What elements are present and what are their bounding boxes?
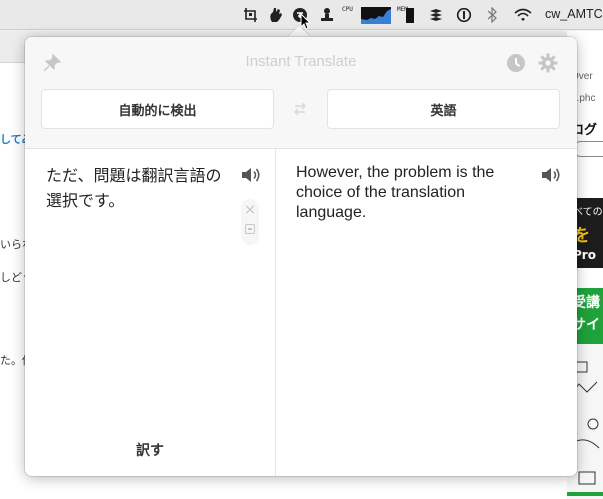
- target-language-label: 英語: [430, 103, 457, 119]
- source-language-label: 自動的に検出: [118, 103, 197, 119]
- memory-monitor-icon[interactable]: [406, 8, 414, 23]
- wifi-icon[interactable]: [513, 7, 533, 23]
- user-stamp-icon[interactable]: [319, 7, 335, 23]
- background-toggle[interactable]: [573, 141, 603, 157]
- dropbox-icon[interactable]: [428, 7, 444, 23]
- popover-header: Instant Translate 自動的に検出 英語: [25, 37, 577, 149]
- translated-text: However, the problem is the choice of th…: [296, 164, 495, 221]
- gesture-hand-icon[interactable]: [268, 7, 284, 23]
- bluetooth-icon[interactable]: [485, 7, 499, 23]
- source-language-button[interactable]: 自動的に検出: [41, 89, 274, 129]
- translation-pane: However, the problem is the choice of th…: [276, 149, 577, 476]
- source-text-input[interactable]: ただ、問題は翻訳言語の選択です。: [46, 163, 226, 213]
- target-language-button[interactable]: 英語: [327, 89, 560, 129]
- translate-button[interactable]: 訳す: [120, 439, 180, 463]
- history-clock-icon[interactable]: [504, 51, 528, 75]
- cpu-monitor-icon[interactable]: [361, 7, 391, 24]
- onepassword-icon[interactable]: [456, 7, 472, 23]
- clear-text-icon[interactable]: ×: [241, 202, 259, 218]
- source-text-pane[interactable]: ただ、問題は翻訳言語の選択です。 × 訳す: [25, 149, 275, 476]
- ad-text: べての: [573, 207, 603, 218]
- cpu-label: CPU: [342, 6, 353, 13]
- settings-gear-icon[interactable]: [536, 51, 560, 75]
- copy-box-icon[interactable]: [245, 224, 255, 234]
- translation-speaker-icon[interactable]: [541, 166, 563, 184]
- memory-label: MEM: [397, 6, 408, 13]
- popover-title: Instant Translate: [245, 53, 357, 70]
- source-speaker-icon[interactable]: [241, 166, 263, 184]
- instant-translate-popover: Instant Translate 自動的に検出 英語 ただ、問題は翻訳言語の選…: [25, 37, 577, 476]
- menubar-user-name[interactable]: cw_AMTC: [545, 7, 603, 21]
- swap-languages-icon[interactable]: [289, 99, 311, 119]
- crop-icon[interactable]: [242, 7, 260, 23]
- macos-menu-bar: CPU MEM cw_AMTC: [0, 0, 603, 30]
- clear-controls: ×: [241, 199, 259, 245]
